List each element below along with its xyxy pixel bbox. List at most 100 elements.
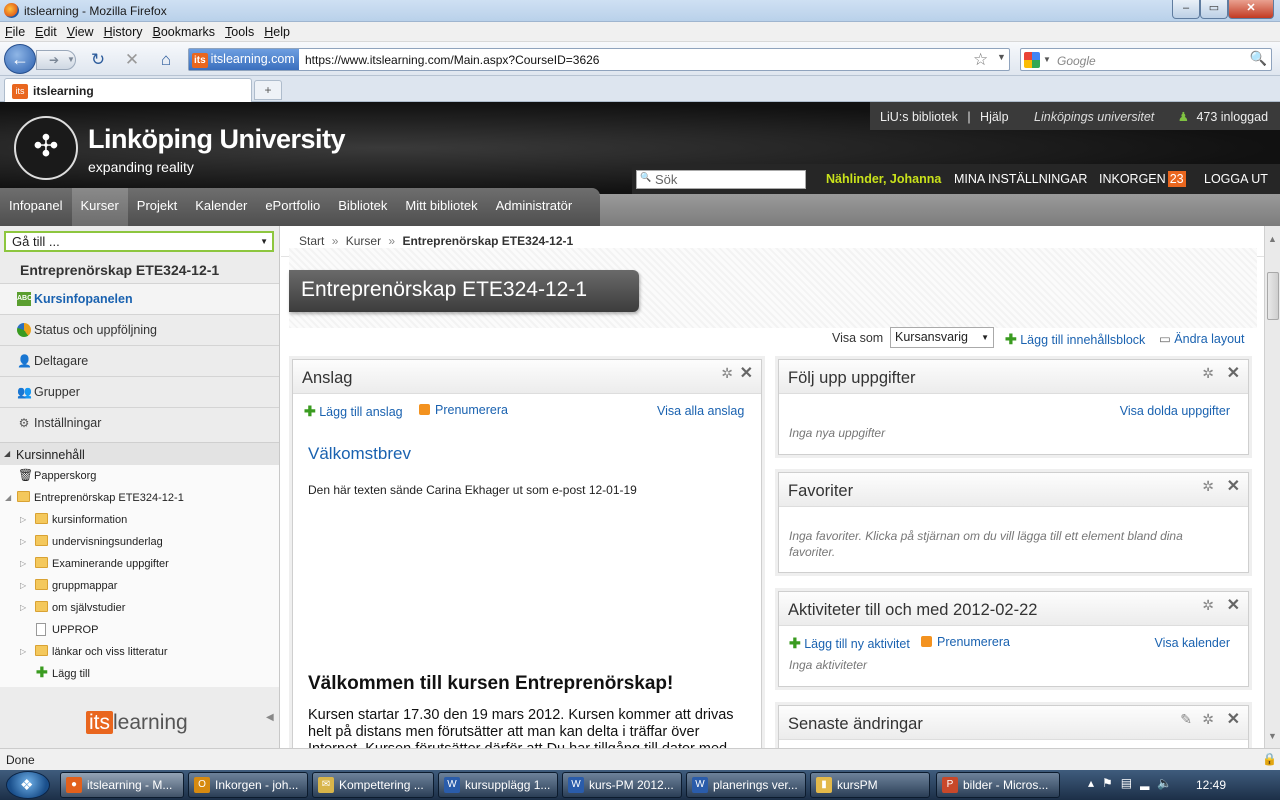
tree-item-root[interactable]: ◢ Entreprenörskap ETE324-12-1 <box>0 487 184 509</box>
tree-folder-lankar[interactable]: ▷ länkar och viss litteratur <box>0 641 168 663</box>
minimize-button[interactable]: – <box>1172 0 1200 19</box>
network-icon[interactable]: ▤ <box>1121 776 1140 790</box>
menu-file[interactable]: File <box>0 22 30 39</box>
tab-itslearning[interactable]: its itslearning <box>4 78 252 102</box>
subscribe-link[interactable]: Prenumerera <box>419 403 508 417</box>
announcement-title-link[interactable]: Välkomstbrev <box>308 444 411 464</box>
add-announcement-link[interactable]: ✚ Lägg till anslag <box>304 403 403 420</box>
breadcrumb-start[interactable]: Start <box>299 234 324 248</box>
add-content-block-link[interactable]: ✚ Lägg till innehållsblock <box>1005 331 1145 348</box>
menu-tools[interactable]: Tools <box>220 22 259 39</box>
sidebar-item-status[interactable]: Status och uppföljning <box>0 314 279 345</box>
library-link[interactable]: LiU:s bibliotek <box>880 110 958 124</box>
nav-administrator[interactable]: Administratör <box>487 188 582 226</box>
tree-folder-kursinformation[interactable]: ▷ kursinformation <box>0 509 127 531</box>
goto-select[interactable]: Gå till ... <box>4 231 274 252</box>
nav-kalender[interactable]: Kalender <box>186 188 256 226</box>
change-layout-link[interactable]: ▭ Ändra layout <box>1159 331 1244 346</box>
lock-icon[interactable]: 🔒 <box>1262 752 1277 766</box>
taskbar-item-word3[interactable]: Wplanerings ver... <box>686 772 806 798</box>
tree-folder-gruppmappar[interactable]: ▷ gruppmappar <box>0 575 117 597</box>
panel-close-icon[interactable]: ✕ <box>1227 363 1240 383</box>
help-link[interactable]: Hjälp <box>980 110 1009 124</box>
system-tray[interactable]: ▴⚑▤▂🔈 <box>1088 776 1180 790</box>
course-content-header[interactable]: Kursinnehåll <box>0 442 279 465</box>
flag-icon[interactable]: ⚑ <box>1102 776 1121 790</box>
taskbar-item-word1[interactable]: Wkursupplägg 1... <box>438 772 558 798</box>
university-link[interactable]: Linköpings universitet <box>1034 110 1154 124</box>
collapse-sidebar-icon[interactable]: ◀ <box>266 712 274 723</box>
liu-logo[interactable]: ✣ <box>14 116 78 180</box>
tree-file-upprop[interactable]: UPPROP <box>0 619 98 641</box>
panel-close-icon[interactable]: ✕ <box>740 363 753 383</box>
tree-add-button[interactable]: ✚ Lägg till <box>0 663 90 685</box>
panel-settings-icon[interactable]: ✲ <box>1202 365 1214 382</box>
view-all-announcements-link[interactable]: Visa alla anslag <box>657 404 744 418</box>
itslearning-logo[interactable]: its learning <box>86 711 188 735</box>
taskbar-item-firefox[interactable]: ● itslearning - M... <box>60 772 184 798</box>
new-tab-button[interactable]: + <box>254 80 282 100</box>
signal-icon[interactable]: ▂ <box>1140 776 1157 790</box>
expand-icon[interactable]: ▷ <box>20 537 26 546</box>
collapse-icon[interactable]: ◢ <box>5 493 11 502</box>
user-name[interactable]: Nählinder, Johanna <box>826 172 941 186</box>
show-hidden-tasks-link[interactable]: Visa dolda uppgifter <box>1120 404 1230 418</box>
window-titlebar[interactable]: itslearning - Mozilla Firefox – ▭ ✕ <box>0 0 1280 22</box>
online-count[interactable]: 473 inloggad <box>1196 110 1268 124</box>
url-dropdown-icon[interactable]: ▼ <box>997 52 1006 62</box>
site-identity-button[interactable]: its itslearning.com <box>189 49 299 70</box>
bookmark-star-icon[interactable]: ☆ <box>973 50 988 70</box>
my-settings-link[interactable]: MINA INSTÄLLNINGAR <box>954 172 1087 186</box>
taskbar-item-mail[interactable]: ✉ Kompettering ... <box>312 772 434 798</box>
show-calendar-link[interactable]: Visa kalender <box>1154 636 1230 650</box>
tray-expand-icon[interactable]: ▴ <box>1088 776 1102 790</box>
panel-settings-icon[interactable]: ✲ <box>1202 711 1214 728</box>
home-icon[interactable]: ⌂ <box>156 50 176 70</box>
inbox-link[interactable]: INKORGEN 23 <box>1099 171 1186 187</box>
search-bar[interactable]: ▼ Google 🔍 <box>1020 48 1272 71</box>
panel-close-icon[interactable]: ✕ <box>1227 595 1240 615</box>
forward-button[interactable]: ➔ ▼ <box>36 50 76 70</box>
site-search-input[interactable]: Sök <box>636 170 806 189</box>
reload-icon[interactable]: ↻ <box>88 50 108 70</box>
tree-folder-sjalvstudier[interactable]: ▷ om självstudier <box>0 597 125 619</box>
expand-icon[interactable]: ▷ <box>20 515 26 524</box>
tree-folder-undervisningsunderlag[interactable]: ▷ undervisningsunderlag <box>0 531 163 553</box>
sidebar-item-installningar[interactable]: ⚙ Inställningar <box>0 407 279 438</box>
nav-kurser[interactable]: Kurser <box>71 188 128 226</box>
expand-icon[interactable]: ▷ <box>20 647 26 656</box>
scrollbar-thumb[interactable] <box>1267 272 1279 320</box>
taskbar-item-word2[interactable]: Wkurs-PM 2012... <box>562 772 682 798</box>
edit-pencil-icon[interactable]: ✎ <box>1180 711 1192 728</box>
nav-infopanel[interactable]: Infopanel <box>0 188 72 226</box>
nav-mitt-bibliotek[interactable]: Mitt bibliotek <box>396 188 486 226</box>
nav-eportfolio[interactable]: ePortfolio <box>256 188 329 226</box>
url-text[interactable]: https://www.itslearning.com/Main.aspx?Co… <box>305 53 599 67</box>
expand-icon[interactable]: ▷ <box>20 581 26 590</box>
menu-edit[interactable]: Edit <box>30 22 62 39</box>
add-activity-link[interactable]: ✚ Lägg till ny aktivitet <box>789 635 910 652</box>
scroll-up-icon[interactable]: ▲ <box>1268 234 1277 244</box>
search-go-icon[interactable]: 🔍 <box>1250 50 1267 67</box>
sidebar-item-deltagare[interactable]: 👤 Deltagare <box>0 345 279 376</box>
panel-settings-icon[interactable]: ✲ <box>1202 597 1214 614</box>
panel-close-icon[interactable]: ✕ <box>1227 709 1240 729</box>
subscribe-activities-link[interactable]: Prenumerera <box>921 635 1010 649</box>
nav-bibliotek[interactable]: Bibliotek <box>329 188 396 226</box>
panel-settings-icon[interactable]: ✲ <box>1202 478 1214 495</box>
volume-icon[interactable]: 🔈 <box>1157 776 1180 790</box>
breadcrumb-kurser[interactable]: Kurser <box>346 234 381 248</box>
address-bar[interactable]: its itslearning.com https://www.itslearni… <box>188 48 1010 71</box>
clock[interactable]: 12:49 <box>1196 778 1226 792</box>
close-button[interactable]: ✕ <box>1228 0 1274 19</box>
menu-bookmarks[interactable]: Bookmarks <box>148 22 221 39</box>
google-icon[interactable] <box>1024 52 1040 68</box>
menu-history[interactable]: History <box>99 22 148 39</box>
menu-help[interactable]: Help <box>259 22 295 39</box>
expand-icon[interactable]: ▷ <box>20 603 26 612</box>
maximize-button[interactable]: ▭ <box>1200 0 1228 19</box>
back-button[interactable]: ← <box>4 44 36 74</box>
taskbar-item-folder[interactable]: ▮ kursPM <box>810 772 930 798</box>
taskbar-item-outlook[interactable]: O Inkorgen - joh... <box>188 772 308 798</box>
vertical-scrollbar[interactable]: ▲ ▼ <box>1264 226 1280 748</box>
